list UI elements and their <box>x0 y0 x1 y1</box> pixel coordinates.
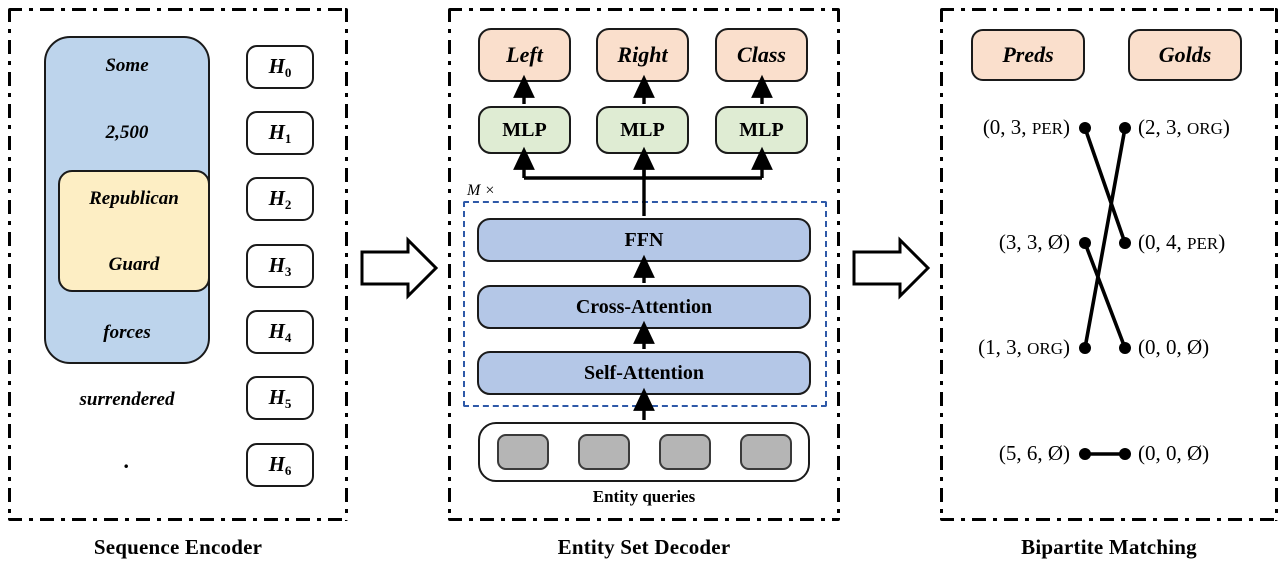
token-forces: forces <box>103 322 151 343</box>
pred-label-2: (1, 3, ORG) <box>930 335 1070 360</box>
pred-label-0: (0, 3, PER) <box>930 115 1070 140</box>
entity-query-cell <box>740 434 792 470</box>
figure-root: Some 2,500 Republican Guard forces surre… <box>0 0 1287 570</box>
hidden-state-label: H1 <box>268 119 292 146</box>
gold-tag: ORG <box>1187 119 1223 138</box>
pred-label-3: (5, 6, Ø) <box>930 441 1070 466</box>
mlp-class-box: MLP <box>715 106 808 154</box>
pred-tag: PER <box>1031 119 1063 138</box>
pred-paren: ) <box>1063 230 1070 254</box>
pred-span: (5, 6, Ø <box>998 441 1063 465</box>
repeat-count-label: M × <box>467 182 496 199</box>
gold-span: (0, 4, <box>1138 230 1187 254</box>
caption-sequence-encoder: Sequence Encoder <box>93 535 263 559</box>
golds-header-box: Golds <box>1128 29 1242 81</box>
token-period: . <box>124 448 130 473</box>
gold-label-3: (0, 0, Ø) <box>1138 441 1287 466</box>
pred-paren: ) <box>1063 115 1070 139</box>
token-some: Some <box>105 55 149 76</box>
ffn-box: FFN <box>477 218 811 262</box>
token-surrendered: surrendered <box>79 389 175 410</box>
hidden-state-h4: H4 <box>246 310 314 354</box>
gold-paren: ) <box>1218 230 1226 254</box>
caption-bipartite-matching: Bipartite Matching <box>1021 535 1197 559</box>
hidden-state-label: H2 <box>268 185 292 212</box>
hidden-state-label: H3 <box>268 252 292 279</box>
gold-span: (2, 3, <box>1138 115 1187 139</box>
pred-span: (0, 3, <box>982 115 1032 139</box>
output-right-box: Right <box>596 28 689 82</box>
hidden-state-h3: H3 <box>246 244 314 288</box>
token-guard: Guard <box>108 254 160 275</box>
gold-label-1: (0, 4, PER) <box>1138 230 1287 255</box>
flow-arrow-decoder-to-matching <box>852 236 931 300</box>
hidden-state-h5: H5 <box>246 376 314 420</box>
output-left-box: Left <box>478 28 571 82</box>
pred-paren: ) <box>1063 441 1070 465</box>
gold-span: (0, 0, Ø <box>1138 335 1203 359</box>
output-class-box: Class <box>715 28 808 82</box>
hidden-state-h0: H0 <box>246 45 314 89</box>
token-republican: Republican <box>89 188 179 209</box>
pred-span: (3, 3, Ø <box>998 230 1063 254</box>
gold-span: (0, 0, Ø <box>1138 441 1203 465</box>
entity-query-cell <box>578 434 630 470</box>
token-2500: 2,500 <box>105 122 149 143</box>
preds-header-box: Preds <box>971 29 1085 81</box>
pred-paren: ) <box>1063 335 1070 359</box>
cross-attention-box: Cross-Attention <box>477 285 811 329</box>
hidden-state-label: H6 <box>268 451 292 478</box>
entity-query-cell <box>497 434 549 470</box>
gold-paren: ) <box>1202 335 1210 359</box>
gold-paren: ) <box>1202 441 1210 465</box>
gold-label-2: (0, 0, Ø) <box>1138 335 1287 360</box>
flow-arrow-encoder-to-decoder <box>360 236 439 300</box>
hidden-state-label: H0 <box>268 53 292 80</box>
entity-queries-label: Entity queries <box>592 487 696 506</box>
self-attention-box: Self-Attention <box>477 351 811 395</box>
pred-span: (1, 3, <box>978 335 1028 359</box>
hidden-state-h2: H2 <box>246 177 314 221</box>
caption-entity-set-decoder: Entity Set Decoder <box>557 535 731 559</box>
hidden-state-label: H4 <box>268 318 292 345</box>
mlp-left-box: MLP <box>478 106 571 154</box>
gold-paren: ) <box>1222 115 1230 139</box>
entity-query-cell <box>659 434 711 470</box>
gold-tag: PER <box>1187 234 1219 253</box>
hidden-state-label: H5 <box>268 384 292 411</box>
hidden-state-h6: H6 <box>246 443 314 487</box>
mlp-right-box: MLP <box>596 106 689 154</box>
hidden-state-h1: H1 <box>246 111 314 155</box>
pred-tag: ORG <box>1027 339 1063 358</box>
pred-label-1: (3, 3, Ø) <box>930 230 1070 255</box>
gold-label-0: (2, 3, ORG) <box>1138 115 1287 140</box>
